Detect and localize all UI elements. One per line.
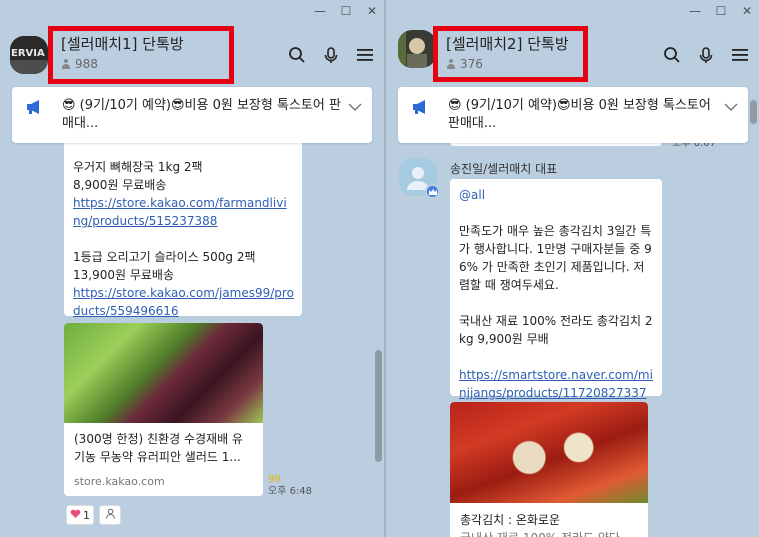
card-description: (300명 한정) 친환경 수경재배 유기농 무농약 유러피안 샐러드 1... (74, 432, 243, 464)
sender-name: 송진일/셀러매치 대표 (450, 162, 558, 176)
message-body-1: 만족도가 매우 높은 총각김치 3일간 특가 행사합니다. 1만명 구매자분들 … (459, 224, 652, 292)
notice-text: 😎 (9기/10기 예약)😎비용 0원 보장형 톡스토어 판매대... (62, 98, 341, 131)
title-highlight-box: [셀러매치1] 단톡방 988 (48, 26, 234, 84)
reaction-heart-button[interactable]: 1 (66, 505, 94, 525)
notice-text: 😎 (9기/10기 예약)😎비용 0원 보장형 톡스토어 판매대... (448, 98, 711, 131)
message-meta: 99 오후 6:48 (268, 474, 312, 498)
chevron-down-icon[interactable] (724, 99, 738, 117)
close-icon[interactable]: ✕ (741, 4, 753, 18)
link-preview-card[interactable]: (300명 한정) 친환경 수경재배 유기농 무농약 유러피안 샐러드 1...… (64, 323, 263, 496)
sender-avatar[interactable] (399, 158, 440, 199)
minimize-icon[interactable]: — (689, 4, 701, 18)
message-body-2: 국내산 재료 100% 전라도 총각김치 2kg 9,900원 무배 (459, 314, 653, 346)
person-icon (61, 59, 71, 69)
room-title: [셀러매치2] 단톡방 (446, 35, 569, 53)
room-avatar[interactable]: ERVIA (10, 36, 48, 74)
scrollbar-thumb[interactable] (375, 350, 382, 462)
card-domain: store.kakao.com (74, 475, 165, 488)
maximize-icon[interactable]: ☐ (715, 4, 727, 18)
item1-price: 8,900원 무료배송 (73, 178, 167, 192)
megaphone-icon (26, 99, 44, 121)
card-description: 총각김치 : 온화로운 (460, 513, 560, 527)
member-count-value: 376 (460, 57, 483, 71)
heart-icon (70, 509, 81, 522)
item1-name: 우거지 뼈해장국 1kg 2팩 (73, 160, 203, 174)
unread-count: 99 (268, 474, 281, 485)
product-image (450, 402, 648, 503)
person-icon (446, 59, 456, 69)
message-bubble[interactable]: 우거지 뼈해장국 1kg 2팩 8,900원 무료배송 https://stor… (64, 140, 302, 318)
microphone-icon[interactable] (322, 46, 340, 64)
chat-header: [셀러매치2] 단톡방 376 (386, 22, 759, 82)
menu-icon[interactable] (731, 46, 749, 64)
person-add-icon (105, 508, 116, 522)
megaphone-icon (412, 99, 430, 121)
chevron-down-icon[interactable] (348, 99, 362, 117)
scrollbar-thumb[interactable] (750, 100, 757, 124)
card-description-2: 국내산 재료 100% 전라도 양다 (450, 529, 648, 537)
window-controls: — ☐ ✕ (314, 4, 378, 18)
menu-icon[interactable] (356, 46, 374, 64)
item2-name: 1등급 오리고기 슬라이스 500g 2팩 (73, 250, 256, 264)
chat-window-left: — ☐ ✕ ERVIA [셀러매치1] 단톡방 988 😎 (9기/10기 예약… (0, 0, 384, 537)
window-controls: — ☐ ✕ (689, 4, 753, 18)
minimize-icon[interactable]: — (314, 4, 326, 18)
message-time: 오후 6:48 (268, 486, 313, 497)
item1-link[interactable]: https://store.kakao.com/farmandliving/pr… (73, 194, 294, 230)
mention-all[interactable]: @all (459, 186, 654, 204)
product-link[interactable]: https://smartstore.naver.com/minjjangs/p… (459, 366, 654, 402)
search-icon[interactable] (663, 46, 681, 64)
avatar-text: ERVIA (11, 48, 45, 59)
link-preview-card[interactable]: 총각김치 : 온화로운 국내산 재료 100% 전라도 양다 (450, 402, 648, 537)
item2-link[interactable]: https://store.kakao.com/james99/products… (73, 284, 294, 320)
chat-window-right: — ☐ ✕ [셀러매치2] 단톡방 376 😎 (9기/10기 예약)😎비용 0… (386, 0, 759, 537)
reaction-count: 1 (83, 508, 90, 522)
chat-header: ERVIA [셀러매치1] 단톡방 988 (0, 22, 384, 84)
product-image (64, 323, 263, 423)
member-count: 376 (446, 57, 575, 71)
title-highlight-box: [셀러매치2] 단톡방 376 (433, 26, 588, 82)
member-count: 988 (61, 57, 221, 71)
message-bubble[interactable]: @all 만족도가 매우 높은 총각김치 3일간 특가 행사합니다. 1만명 구… (450, 179, 662, 400)
close-icon[interactable]: ✕ (366, 4, 378, 18)
room-title: [셀러매치1] 단톡방 (61, 35, 184, 53)
member-count-value: 988 (75, 57, 98, 71)
reaction-add-button[interactable] (99, 505, 121, 525)
item2-price: 13,900원 무료배송 (73, 268, 175, 282)
crown-badge-icon (425, 184, 440, 199)
notice-banner[interactable]: 😎 (9기/10기 예약)😎비용 0원 보장형 톡스토어 판매대... (398, 87, 748, 143)
room-avatar[interactable] (398, 30, 436, 68)
search-icon[interactable] (288, 46, 306, 64)
microphone-icon[interactable] (697, 46, 715, 64)
maximize-icon[interactable]: ☐ (340, 4, 352, 18)
notice-banner[interactable]: 😎 (9기/10기 예약)😎비용 0원 보장형 톡스토어 판매대... (12, 87, 372, 143)
header-icons (288, 46, 374, 64)
header-icons (663, 46, 749, 64)
